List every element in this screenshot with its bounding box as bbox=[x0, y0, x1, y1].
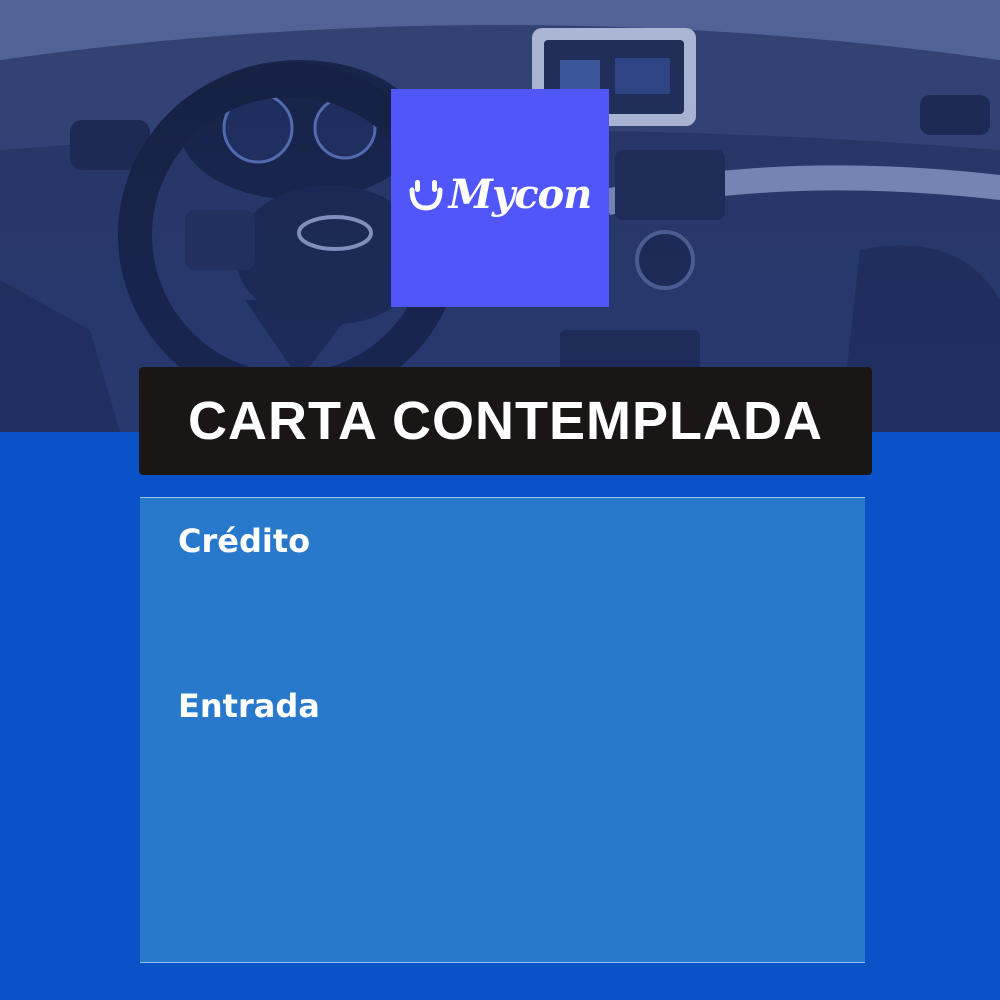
brand-name: Mycon bbox=[448, 170, 593, 218]
info-card: Crédito Entrada bbox=[140, 497, 865, 963]
page-title: CARTA CONTEMPLADA bbox=[188, 391, 823, 451]
title-banner: CARTA CONTEMPLADA bbox=[139, 367, 872, 475]
credito-label: Crédito bbox=[178, 522, 311, 560]
mycon-logo: Mycon bbox=[391, 89, 609, 307]
smile-icon bbox=[409, 180, 443, 211]
entrada-label: Entrada bbox=[178, 687, 320, 725]
